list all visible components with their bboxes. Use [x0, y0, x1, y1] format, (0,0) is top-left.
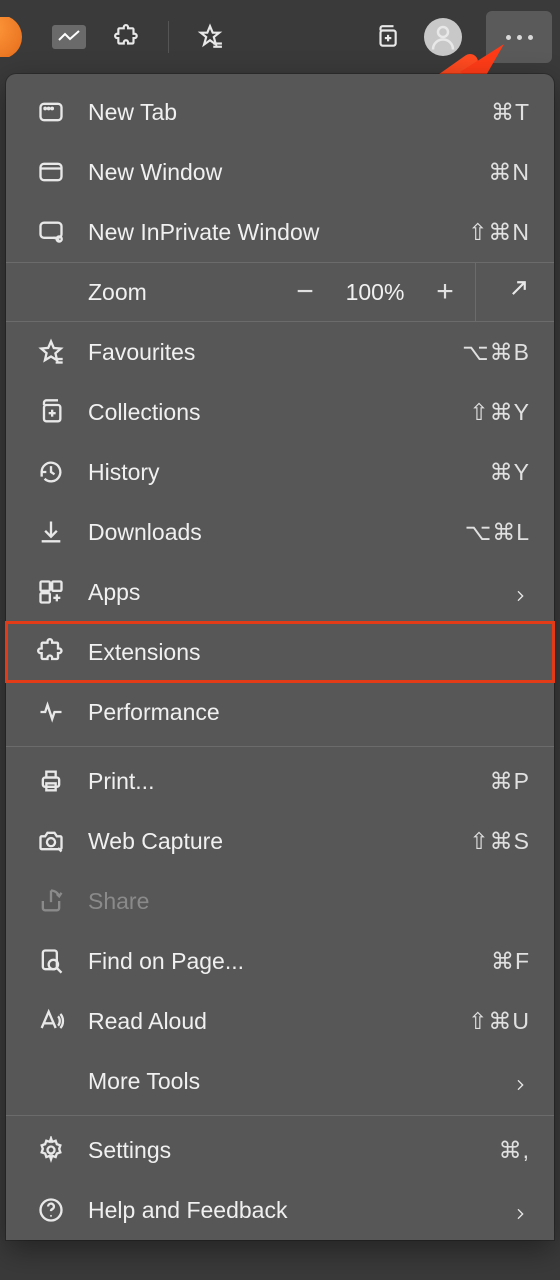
menu-label: Collections: [88, 399, 447, 426]
zoom-label: Zoom: [88, 279, 275, 306]
gear-icon: [36, 1135, 66, 1165]
camera-icon: [36, 826, 66, 856]
settings-menu: New Tab ⌘T New Window ⌘N New InPrivate W…: [6, 74, 554, 1240]
menu-shortcut: ⌘N: [488, 159, 530, 186]
menu-label: Extensions: [88, 639, 530, 666]
menu-shortcut: ⌘P: [490, 768, 530, 795]
history-icon: [36, 457, 66, 487]
menu-item-share: Share: [6, 871, 554, 931]
menu-item-apps[interactable]: Apps: [6, 562, 554, 622]
menu-item-new-window[interactable]: New Window ⌘N: [6, 142, 554, 202]
menu-item-inprivate[interactable]: New InPrivate Window ⇧⌘N: [6, 202, 554, 262]
collections-icon[interactable]: [374, 24, 400, 50]
menu-shortcut: ⇧⌘U: [468, 1008, 530, 1035]
menu-label: New Window: [88, 159, 466, 186]
performance-icon: [36, 697, 66, 727]
menu-divider: [6, 746, 554, 747]
menu-shortcut: ⇧⌘N: [468, 219, 530, 246]
menu-item-find[interactable]: Find on Page... ⌘F: [6, 931, 554, 991]
menu-item-performance[interactable]: Performance: [6, 682, 554, 742]
menu-label: Read Aloud: [88, 1008, 446, 1035]
menu-shortcut: ⇧⌘Y: [469, 399, 530, 426]
menu-shortcut: ⌥⌘B: [462, 339, 530, 366]
menu-item-favourites[interactable]: Favourites ⌥⌘B: [6, 322, 554, 382]
menu-item-print[interactable]: Print... ⌘P: [6, 751, 554, 811]
zoom-out-button[interactable]: −: [275, 262, 335, 322]
edge-logo-icon: [0, 17, 24, 57]
menu-label: Web Capture: [88, 828, 447, 855]
menu-label: History: [88, 459, 468, 486]
window-icon: [36, 157, 66, 187]
zoom-value: 100%: [335, 279, 415, 306]
menu-shortcut: ⌘T: [491, 99, 530, 126]
menu-label: Share: [88, 888, 530, 915]
menu-shortcut: ⌘,: [499, 1137, 530, 1164]
menu-divider: [6, 1115, 554, 1116]
read-aloud-icon: [36, 1006, 66, 1036]
menu-item-read-aloud[interactable]: Read Aloud ⇧⌘U: [6, 991, 554, 1051]
puzzle-icon: [36, 637, 66, 667]
chevron-right-icon: [512, 583, 530, 601]
collections-icon: [36, 397, 66, 427]
fullscreen-button[interactable]: [476, 262, 554, 322]
apps-icon: [36, 577, 66, 607]
menu-label: Performance: [88, 699, 530, 726]
menu-item-history[interactable]: History ⌘Y: [6, 442, 554, 502]
menu-shortcut: ⌥⌘L: [465, 519, 530, 546]
inprivate-icon: [36, 217, 66, 247]
menu-item-downloads[interactable]: Downloads ⌥⌘L: [6, 502, 554, 562]
extensions-icon[interactable]: [114, 24, 140, 50]
favourites-icon[interactable]: [197, 24, 223, 50]
profile-avatar[interactable]: [424, 18, 462, 56]
menu-item-web-capture[interactable]: Web Capture ⇧⌘S: [6, 811, 554, 871]
menu-shortcut: ⌘Y: [490, 459, 530, 486]
menu-item-more-tools[interactable]: More Tools: [6, 1051, 554, 1111]
zoom-in-button[interactable]: +: [415, 262, 475, 322]
menu-shortcut: ⌘F: [491, 948, 530, 975]
analytics-icon[interactable]: [52, 25, 86, 49]
download-icon: [36, 517, 66, 547]
menu-label: Downloads: [88, 519, 443, 546]
menu-item-settings[interactable]: Settings ⌘,: [6, 1120, 554, 1180]
menu-label: Find on Page...: [88, 948, 469, 975]
menu-item-help[interactable]: Help and Feedback: [6, 1180, 554, 1240]
menu-label: New InPrivate Window: [88, 219, 446, 246]
print-icon: [36, 766, 66, 796]
zoom-control: Zoom − 100% +: [6, 262, 554, 322]
help-icon: [36, 1195, 66, 1225]
menu-label: Help and Feedback: [88, 1197, 490, 1224]
menu-label: Apps: [88, 579, 490, 606]
more-menu-button[interactable]: [486, 11, 552, 63]
menu-item-collections[interactable]: Collections ⇧⌘Y: [6, 382, 554, 442]
new-tab-icon: [36, 97, 66, 127]
star-icon: [36, 337, 66, 367]
toolbar-divider: [168, 21, 169, 53]
blank-icon: [36, 1066, 66, 1096]
menu-label: More Tools: [88, 1068, 490, 1095]
menu-item-extensions[interactable]: Extensions: [6, 622, 554, 682]
menu-item-new-tab[interactable]: New Tab ⌘T: [6, 82, 554, 142]
menu-label: Settings: [88, 1137, 477, 1164]
menu-shortcut: ⇧⌘S: [469, 828, 530, 855]
menu-label: Favourites: [88, 339, 440, 366]
chevron-right-icon: [512, 1072, 530, 1090]
menu-label: Print...: [88, 768, 468, 795]
menu-label: New Tab: [88, 99, 469, 126]
share-icon: [36, 886, 66, 916]
chevron-right-icon: [512, 1201, 530, 1219]
search-page-icon: [36, 946, 66, 976]
browser-toolbar: [0, 0, 560, 74]
